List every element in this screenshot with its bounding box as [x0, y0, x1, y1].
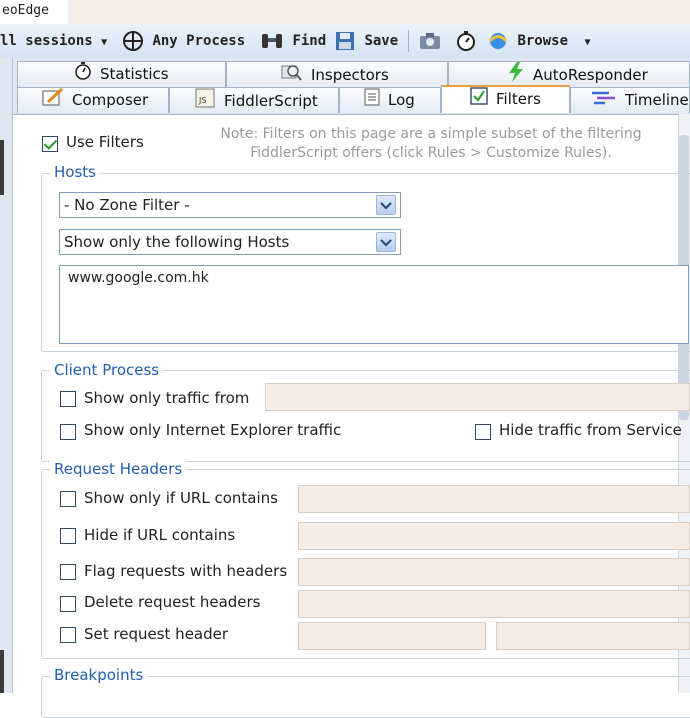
- tab-label: Log: [388, 91, 415, 109]
- tab-label: Inspectors: [311, 66, 389, 84]
- tab-filters[interactable]: Filters: [441, 85, 570, 113]
- binoculars-icon: [262, 34, 282, 48]
- splitter-mark: [0, 650, 4, 693]
- browser-globe-icon: [488, 33, 508, 49]
- flag-headers-checkbox[interactable]: [60, 564, 76, 580]
- tab-label: AutoResponder: [533, 66, 648, 84]
- toolbar-divider: [408, 30, 409, 52]
- use-filters-label: Use Filters: [66, 133, 144, 151]
- stopwatch-icon: [74, 62, 92, 87]
- browse-dropdown[interactable]: Browse ▼: [487, 24, 590, 58]
- use-filters-checkbox[interactable]: [42, 136, 58, 152]
- find-button[interactable]: Find: [260, 24, 326, 58]
- filters-note: Note: Filters on this page are a simple …: [196, 125, 666, 163]
- host-list-textarea[interactable]: www.google.com.hk: [59, 265, 689, 344]
- tab-timeline[interactable]: Timeline: [570, 87, 690, 113]
- set-header-value-input[interactable]: [496, 622, 690, 650]
- any-process-button[interactable]: Any Process: [122, 24, 245, 58]
- chevron-down-icon: ▼: [584, 37, 591, 48]
- find-label: Find: [292, 33, 327, 49]
- delete-headers-label: Delete request headers: [84, 593, 261, 611]
- toolbar: ll sessions ▼ Any Process Find Save Brow…: [0, 24, 690, 59]
- tab-label: Composer: [72, 91, 149, 109]
- tab-label: Statistics: [100, 65, 169, 83]
- camera-icon: [420, 33, 440, 49]
- request-headers-title: Request Headers: [50, 460, 187, 478]
- traffic-from-checkbox[interactable]: [60, 391, 76, 407]
- host-list-value: www.google.com.hk: [68, 270, 209, 286]
- chevron-down-icon: ▼: [101, 37, 108, 48]
- ie-only-label: Show only Internet Explorer traffic: [84, 421, 342, 439]
- url-contains-label: Show only if URL contains: [84, 489, 278, 507]
- hosts-title: Hosts: [50, 163, 100, 181]
- hide-url-label: Hide if URL contains: [84, 526, 236, 544]
- tab-strip: Statistics Inspectors AutoResponder Comp…: [13, 58, 690, 115]
- delete-headers-checkbox[interactable]: [60, 596, 76, 612]
- filters-note-line1: Note: Filters on this page are a simple …: [220, 126, 642, 142]
- tab-inspectors[interactable]: Inspectors: [226, 61, 448, 87]
- flag-headers-input[interactable]: [298, 558, 690, 586]
- tab-label: Timeline: [625, 91, 689, 109]
- filters-note-line2: FiddlerScript offers (click Rules > Cust…: [250, 145, 612, 161]
- host-filter-value: Show only the following Hosts: [64, 233, 290, 251]
- timeline-icon: [591, 89, 617, 113]
- crosshair-icon: [123, 31, 143, 51]
- sessions-dropdown[interactable]: ll sessions ▼: [0, 24, 107, 58]
- tab-label: FiddlerScript: [224, 92, 318, 110]
- save-button[interactable]: Save: [334, 24, 398, 58]
- any-process-label: Any Process: [152, 33, 246, 49]
- process-select[interactable]: [265, 383, 690, 411]
- save-label: Save: [364, 33, 399, 49]
- host-filter-select[interactable]: Show only the following Hosts: [59, 229, 401, 255]
- ie-only-checkbox[interactable]: [60, 424, 76, 440]
- timer-button[interactable]: [455, 24, 477, 58]
- hide-url-checkbox[interactable]: [60, 528, 76, 544]
- stopwatch-icon: [457, 31, 475, 51]
- hide-service-checkbox[interactable]: [475, 424, 491, 440]
- log-icon: [364, 88, 380, 113]
- tab-autoresponder[interactable]: AutoResponder: [448, 61, 690, 87]
- tab-statistics[interactable]: Statistics: [17, 61, 226, 87]
- breakpoints-title: Breakpoints: [50, 666, 148, 684]
- url-contains-checkbox[interactable]: [60, 491, 76, 507]
- tab-fiddlerscript[interactable]: JS FiddlerScript: [169, 87, 339, 113]
- tab-label: Filters: [496, 90, 541, 108]
- set-header-name-input[interactable]: [298, 622, 486, 650]
- window-title: eoEdge: [0, 0, 68, 24]
- set-header-checkbox[interactable]: [60, 627, 76, 643]
- zone-filter-value: - No Zone Filter -: [64, 196, 190, 214]
- flag-headers-label: Flag requests with headers: [84, 562, 288, 580]
- sessions-label: ll sessions: [0, 33, 93, 49]
- checkbox-icon: [470, 87, 488, 112]
- title-strip: [0, 0, 690, 24]
- hide-url-input[interactable]: [298, 522, 690, 550]
- tab-composer[interactable]: Composer: [17, 87, 169, 113]
- set-header-label: Set request header: [84, 625, 229, 643]
- browse-label: Browse: [517, 33, 569, 49]
- url-contains-input[interactable]: [298, 485, 690, 513]
- pencil-icon: [42, 87, 64, 113]
- save-disk-icon: [336, 32, 354, 50]
- js-file-icon: JS: [194, 88, 216, 115]
- screenshot-button[interactable]: [418, 24, 442, 58]
- svg-text:JS: JS: [198, 96, 206, 105]
- magnifier-icon: [281, 62, 303, 89]
- zone-filter-select[interactable]: - No Zone Filter -: [59, 192, 401, 218]
- client-process-title: Client Process: [50, 361, 164, 379]
- hide-service-label: Hide traffic from Service: [499, 421, 682, 439]
- traffic-from-label: Show only traffic from: [84, 389, 250, 407]
- chevron-down-icon[interactable]: [376, 232, 396, 252]
- splitter-mark: [0, 140, 4, 195]
- tab-log[interactable]: Log: [339, 87, 441, 113]
- delete-headers-input[interactable]: [298, 590, 690, 618]
- chevron-down-icon[interactable]: [376, 195, 396, 215]
